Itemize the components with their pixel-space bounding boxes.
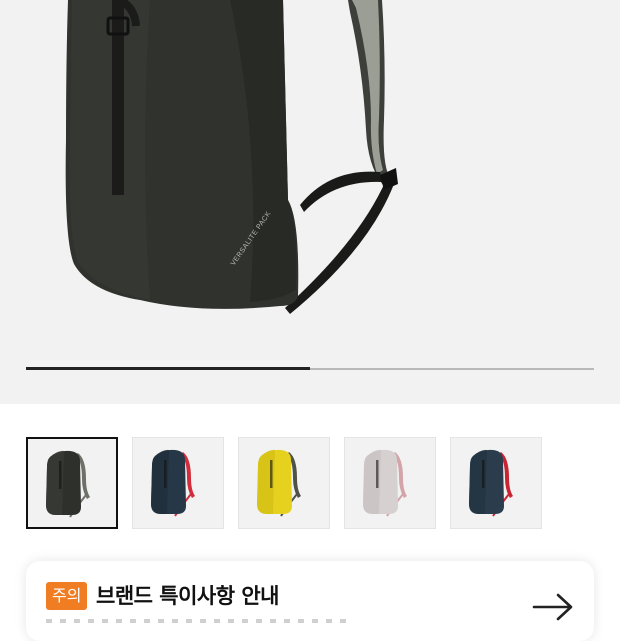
thumbnail-white[interactable] [344,437,436,529]
thumbnail-navy-red[interactable] [450,437,542,529]
thumbnail-backpack-image [151,449,195,517]
thumbnail-backpack-image [363,449,407,517]
gallery-progress-bar[interactable] [26,367,594,370]
thumbnail-backpack-image [257,449,301,517]
notice-title: 브랜드 특이사항 안내 [96,584,280,608]
brand-notice-card[interactable]: 주의 브랜드 특이사항 안내 [26,561,594,641]
notice-badge: 주의 [46,582,88,610]
thumbnail-strip [26,437,594,529]
thumbnail-yellow[interactable] [238,437,330,529]
thumbnail-backpack-image [46,450,90,518]
thumbnail-backpack-image [469,449,513,517]
gallery-progress-fill [26,367,310,370]
product-image-gallery[interactable]: VERSALITE PACK [0,0,620,404]
thumbnail-black[interactable] [26,437,118,529]
arrow-right-icon[interactable] [532,591,574,621]
thumbnail-navy[interactable] [132,437,224,529]
hero-backpack-image: VERSALITE PACK [65,0,398,314]
